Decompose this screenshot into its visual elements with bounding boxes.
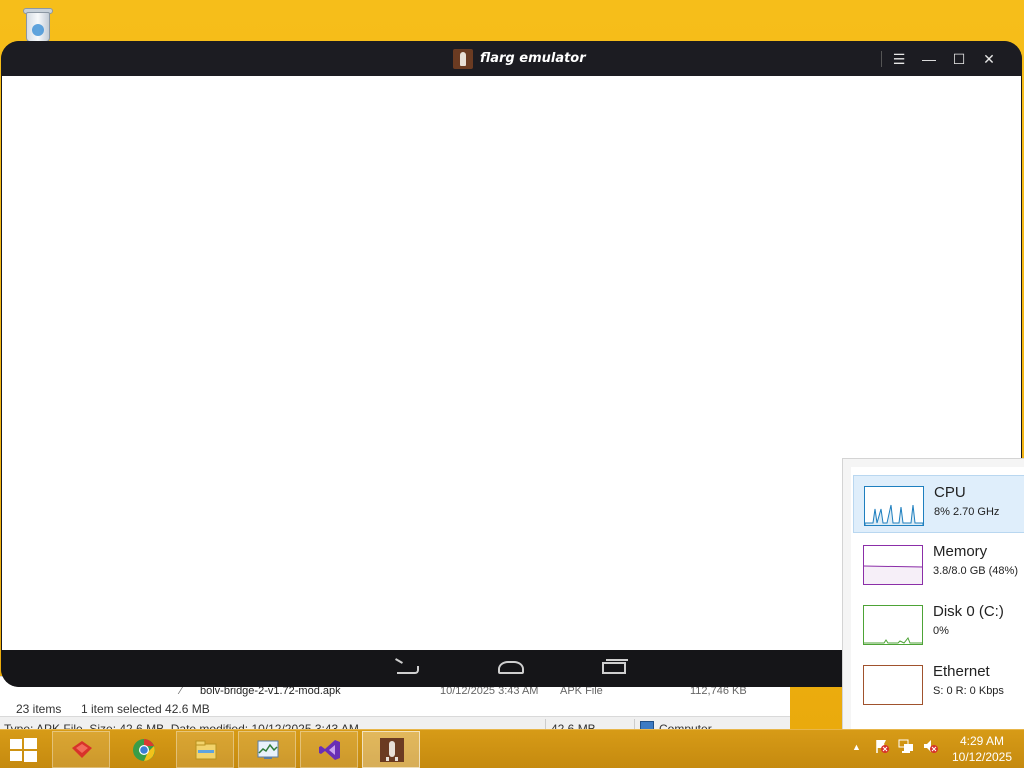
ethernet-detail: S: 0 R: 0 Kbps bbox=[933, 685, 1004, 697]
task-manager-taskbar-button[interactable] bbox=[238, 731, 296, 768]
memory-detail: 3.8/8.0 GB (48%) bbox=[933, 565, 1018, 577]
cpu-detail: 8% 2.70 GHz bbox=[934, 506, 1000, 518]
visual-studio-icon bbox=[319, 740, 340, 760]
memory-item[interactable]: Memory 3.8/8.0 GB (48%) bbox=[853, 535, 1024, 593]
disk-graph bbox=[863, 605, 923, 645]
item-count: 23 items bbox=[16, 702, 62, 716]
network-icon[interactable] bbox=[898, 738, 914, 757]
flarg-emulator-icon bbox=[380, 738, 404, 762]
cpu-item[interactable]: CPU 8% 2.70 GHz bbox=[853, 475, 1024, 533]
toolbox-icon bbox=[72, 741, 92, 758]
file-explorer-icon bbox=[195, 740, 217, 760]
memory-graph bbox=[863, 545, 923, 585]
file-explorer-taskbar-button[interactable] bbox=[176, 731, 234, 768]
home-icon bbox=[498, 661, 524, 674]
emulator-title-bar[interactable]: flarg emulator ☰ — ☐ ✕ bbox=[1, 41, 1022, 76]
selection-info: 1 item selected 42.6 MB bbox=[81, 702, 210, 716]
menu-button[interactable]: ☰ bbox=[887, 48, 911, 70]
chrome-icon bbox=[133, 739, 155, 761]
disk-item[interactable]: Disk 0 (C:) 0% bbox=[853, 595, 1024, 653]
chrome-taskbar-button[interactable] bbox=[114, 731, 172, 768]
disk-label: Disk 0 (C:) bbox=[933, 603, 1004, 620]
ethernet-graph bbox=[863, 665, 923, 705]
clock-time: 4:29 AM bbox=[959, 734, 1005, 748]
minimize-button[interactable]: — bbox=[917, 48, 941, 70]
ethernet-item[interactable]: Ethernet S: 0 R: 0 Kbps bbox=[853, 655, 1024, 713]
home-button[interactable] bbox=[497, 658, 527, 678]
clock[interactable]: 4:29 AM 10/12/2025 bbox=[944, 733, 1020, 765]
flarg-app-icon bbox=[453, 49, 473, 69]
visual-studio-taskbar-button[interactable] bbox=[300, 731, 358, 768]
task-manager-panel: CPU 8% 2.70 GHz Memory 3.8/8.0 GB (48%) … bbox=[842, 458, 1024, 730]
show-hidden-icons-button[interactable]: ▲ bbox=[852, 742, 861, 752]
recents-icon bbox=[602, 659, 628, 674]
window-title: flarg emulator bbox=[480, 51, 586, 66]
volume-muted-icon[interactable] bbox=[922, 738, 938, 757]
status-bar: 23 items 1 item selected 42.6 MB bbox=[0, 697, 790, 734]
cpu-label: CPU bbox=[934, 484, 966, 501]
close-button[interactable]: ✕ bbox=[977, 48, 1001, 70]
back-button[interactable] bbox=[393, 658, 423, 678]
toolbox-taskbar-button[interactable] bbox=[52, 731, 110, 768]
cpu-graph bbox=[864, 486, 924, 526]
task-manager-icon bbox=[257, 740, 279, 759]
memory-label: Memory bbox=[933, 543, 988, 560]
windows-start-icon[interactable] bbox=[8, 737, 38, 763]
maximize-button[interactable]: ☐ bbox=[947, 48, 971, 70]
taskbar: ▲ 4:29 AM 10/12/2025 bbox=[0, 729, 1024, 768]
back-icon bbox=[397, 666, 419, 674]
flarg-emulator-taskbar-button[interactable] bbox=[362, 731, 420, 768]
recycle-bin-icon[interactable] bbox=[20, 6, 54, 46]
system-tray: ▲ bbox=[850, 738, 940, 760]
disk-detail: 0% bbox=[933, 625, 949, 637]
ethernet-label: Ethernet bbox=[933, 663, 990, 680]
action-center-flag-icon[interactable] bbox=[874, 738, 890, 757]
recents-button[interactable] bbox=[599, 658, 629, 678]
clock-date: 10/12/2025 bbox=[951, 750, 1013, 764]
